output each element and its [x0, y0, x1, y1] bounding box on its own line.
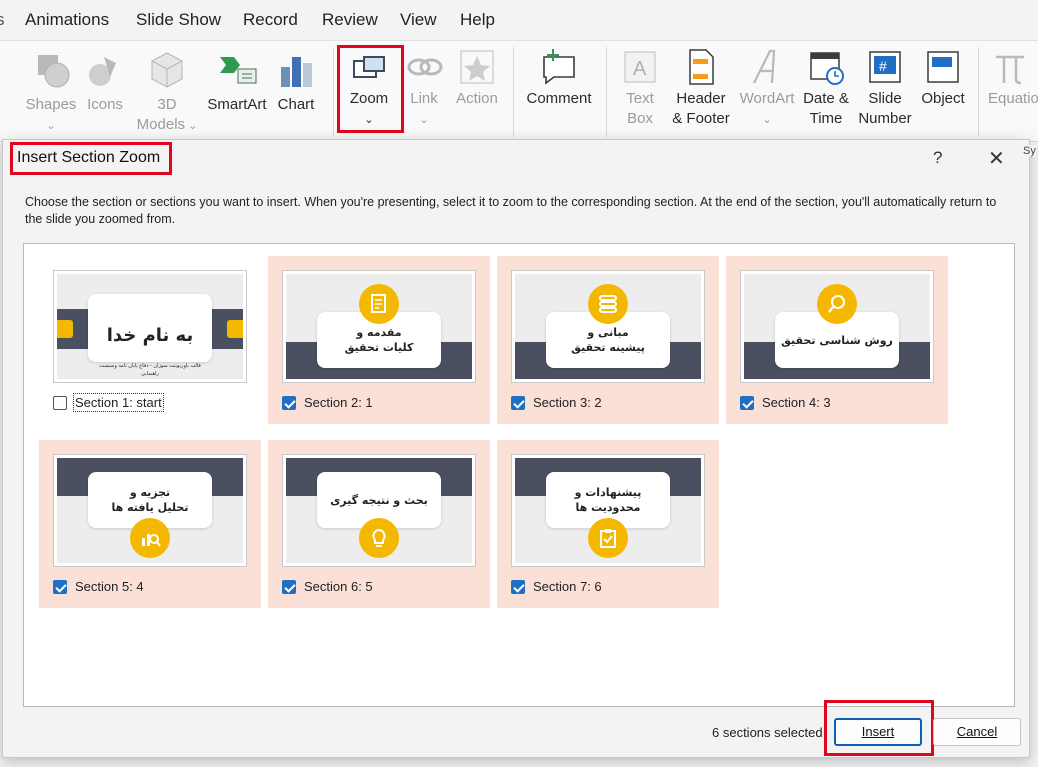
- pi-icon: [996, 55, 1024, 85]
- section-1-checkbox[interactable]: [53, 396, 67, 410]
- comment-icon: [543, 49, 575, 85]
- header-footer-button[interactable]: Header & Footer: [668, 49, 734, 129]
- section-7-checkbox[interactable]: [511, 580, 525, 594]
- section-2-checkbox[interactable]: [282, 396, 296, 410]
- section-tile-7[interactable]: پیشنهادات و محدودیت ها Section 7: 6: [497, 440, 719, 608]
- chart-button[interactable]: Chart: [273, 49, 319, 115]
- slide-title: به نام خدا: [106, 325, 194, 346]
- 3d-models-button[interactable]: 3D Models ⌄: [132, 49, 202, 136]
- clipboard-check-icon: [588, 518, 628, 558]
- section-7-label[interactable]: Section 7: 6: [533, 579, 602, 594]
- section-tile-1[interactable]: به نام خدا قالب پاورپوینت سوزان - دفاع پ…: [39, 256, 261, 424]
- lightbulb-icon: [359, 518, 399, 558]
- text-box-button[interactable]: A Text Box: [614, 49, 666, 129]
- object-button[interactable]: Object: [917, 49, 969, 109]
- calendar-clock-icon: [810, 52, 844, 85]
- help-button[interactable]: ?: [933, 148, 942, 168]
- link-icon: [407, 58, 443, 76]
- text-box-icon: A: [624, 51, 656, 83]
- menu-help[interactable]: Help: [460, 10, 495, 30]
- selection-status: 6 sections selected: [712, 725, 823, 740]
- header-footer-icon: [689, 49, 714, 85]
- section-tile-4[interactable]: روش شناسی تحقیق Section 4: 3: [726, 256, 948, 424]
- link-button[interactable]: Link ⌄: [404, 49, 444, 130]
- menu-review[interactable]: Review: [322, 10, 378, 30]
- section-tile-2[interactable]: مقدمه و کلیات تحقیق Section 2: 1: [268, 256, 490, 424]
- shapes-button[interactable]: Shapes ⌄: [22, 49, 80, 136]
- date-time-button[interactable]: Date & Time: [799, 49, 853, 129]
- section-2-label[interactable]: Section 2: 1: [304, 395, 373, 410]
- menu-view[interactable]: View: [400, 10, 437, 30]
- menu-slide-show[interactable]: Slide Show: [136, 10, 221, 30]
- icons-button[interactable]: Icons: [83, 49, 127, 115]
- dialog-description: Choose the section or sections you want …: [25, 195, 997, 226]
- slide-thumbnail: پیشنهادات و محدودیت ها: [511, 454, 705, 567]
- slide-number-icon: #: [869, 51, 901, 83]
- section-3-checkbox[interactable]: [511, 396, 525, 410]
- section-4-label[interactable]: Section 4: 3: [762, 395, 831, 410]
- insert-highlight: [824, 700, 934, 756]
- chart-search-icon: [130, 518, 170, 558]
- smartart-icon: [220, 57, 257, 84]
- section-6-checkbox[interactable]: [282, 580, 296, 594]
- menu-record[interactable]: Record: [243, 10, 298, 30]
- wordart-icon: [753, 49, 776, 84]
- section-1-label[interactable]: Section 1: start: [73, 393, 164, 412]
- svg-text:#: #: [879, 58, 887, 74]
- menu-fragment: s: [0, 10, 5, 29]
- slide-thumbnail: مقدمه و کلیات تحقیق: [282, 270, 476, 383]
- shapes-icon: [38, 55, 70, 88]
- equation-button[interactable]: Equatio: [988, 49, 1038, 109]
- section-6-label[interactable]: Section 6: 5: [304, 579, 373, 594]
- menu-animations[interactable]: Animations: [25, 10, 109, 30]
- action-button[interactable]: Action: [450, 49, 504, 109]
- smartart-button[interactable]: SmartArt: [204, 49, 270, 115]
- section-5-checkbox[interactable]: [53, 580, 67, 594]
- section-tile-5[interactable]: تجزیه و تحلیل یافته ها Section 5: 4: [39, 440, 261, 608]
- star-icon: [460, 50, 494, 84]
- slide-thumbnail: تجزیه و تحلیل یافته ها: [53, 454, 247, 567]
- zoom-highlight: [337, 45, 404, 133]
- ribbon: Shapes ⌄ Icons 3D Models ⌄ SmartArt Chart …: [0, 41, 1038, 142]
- section-tile-6[interactable]: بحث و نتیجه گیری Section 6: 5: [268, 440, 490, 608]
- document-pen-icon: [359, 284, 399, 324]
- slide-thumbnail: مبانی و پیشینه تحقیق: [511, 270, 705, 383]
- chart-icon: [281, 57, 312, 87]
- title-highlight: [10, 142, 172, 175]
- object-icon: [927, 51, 959, 83]
- books-icon: [588, 284, 628, 324]
- section-4-checkbox[interactable]: [740, 396, 754, 410]
- close-icon[interactable]: ✕: [988, 146, 1005, 171]
- svg-text:A: A: [633, 58, 647, 80]
- section-5-label[interactable]: Section 5: 4: [75, 579, 144, 594]
- sections-panel: به نام خدا قالب پاورپوینت سوزان - دفاع پ…: [23, 243, 1015, 707]
- slide-thumbnail: بحث و نتیجه گیری: [282, 454, 476, 567]
- section-3-label[interactable]: Section 3: 2: [533, 395, 602, 410]
- wordart-button[interactable]: WordArt ⌄: [736, 49, 798, 130]
- slide-number-button[interactable]: # Slide Number: [856, 49, 914, 129]
- comment-button[interactable]: Comment: [522, 49, 596, 109]
- slide-subtitle: قالب پاورپوینت سوزان - دفاع پایان نامه و…: [99, 363, 201, 377]
- slide-thumbnail: روش شناسی تحقیق: [740, 270, 934, 383]
- section-tile-3[interactable]: مبانی و پیشینه تحقیق Section 3: 2: [497, 256, 719, 424]
- slide-thumbnail: به نام خدا قالب پاورپوینت سوزان - دفاع پ…: [53, 270, 247, 383]
- cancel-button[interactable]: Cancel: [933, 718, 1021, 746]
- symbol-fragment: Sy: [1023, 145, 1036, 157]
- menu-bar: s Animations Slide Show Record Review Vi…: [0, 0, 1038, 41]
- icons-icon: [89, 57, 116, 86]
- insert-section-zoom-dialog: Insert Section Zoom ? ✕ Sy Choose the se…: [2, 139, 1036, 758]
- cube-icon: [151, 52, 183, 88]
- magnifier-icon: [817, 284, 857, 324]
